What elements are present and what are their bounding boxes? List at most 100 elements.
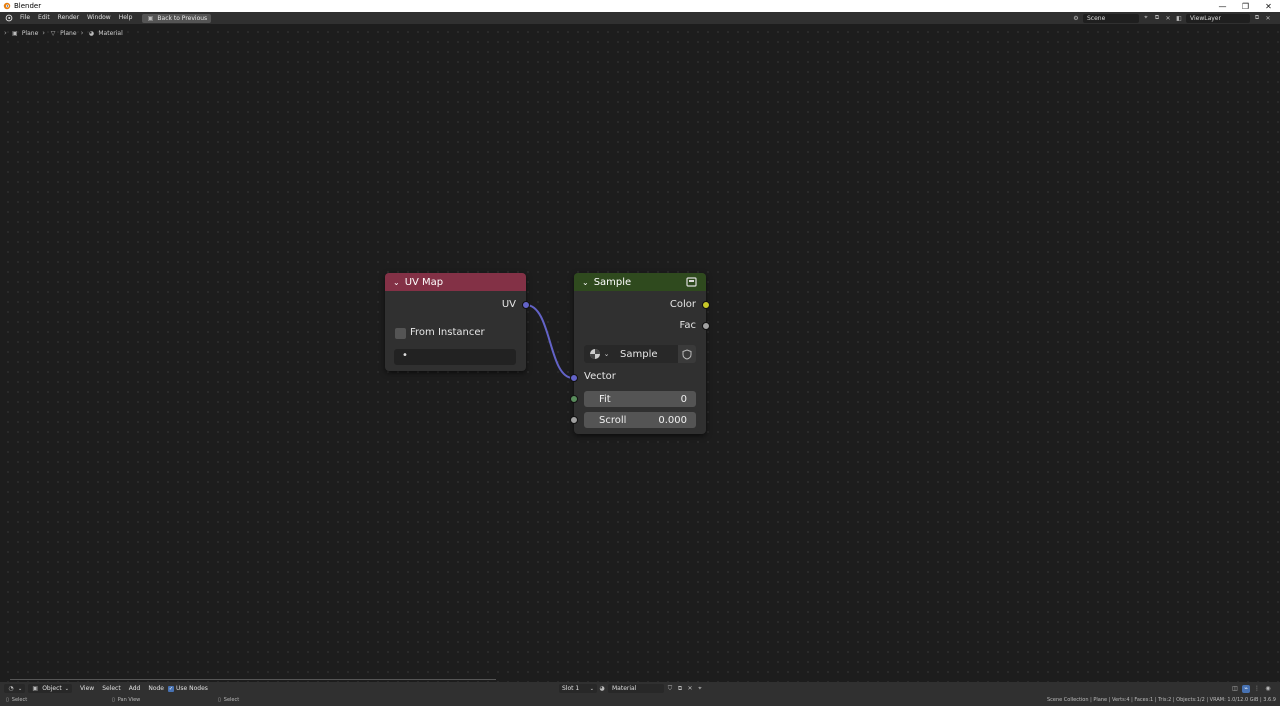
fit-field[interactable]: Fit 0 [584, 391, 696, 407]
menu-render[interactable]: Render [54, 12, 83, 24]
editor-type-dropdown[interactable]: ◔ ⌄ [4, 684, 26, 693]
sample-node-header[interactable]: ⌄ Sample [574, 273, 706, 291]
collapse-chevron-icon[interactable]: ⌄ [393, 278, 400, 287]
chevron-down-icon: ⌄ [18, 685, 23, 692]
mouse-right-icon: ▯ [218, 697, 221, 703]
fake-user-shield-icon[interactable]: ⛉ [666, 685, 674, 693]
uv-map-node-header[interactable]: ⌄ UV Map [385, 273, 526, 291]
breadcrumb-material: ◕ Material [87, 29, 123, 37]
status-bar: ▯ Select ▯ Pan View ▯ Select Scene Colle… [0, 695, 1280, 706]
snapping-icon[interactable]: ⌁ [1242, 684, 1250, 693]
back-to-previous-label: Back to Previous [157, 14, 208, 22]
breadcrumb-material-label: Material [98, 29, 123, 37]
chevron-down-icon: ⌄ [589, 685, 594, 692]
editor-header: ◔ ⌄ ▣ Object ⌄ View Select Add Node ✓ Us… [0, 682, 1280, 695]
image-name-field[interactable]: Sample [614, 345, 678, 363]
delete-scene-icon[interactable]: ✕ [1164, 14, 1172, 22]
slot-dropdown[interactable]: Slot 1 ⌄ [559, 684, 597, 693]
material-icon: ◕ [599, 685, 605, 692]
from-instancer-checkbox[interactable] [395, 328, 406, 339]
slot-label: Slot 1 [562, 685, 580, 692]
window-titlebar: Blender — ❐ ✕ [0, 0, 1280, 12]
fac-output-socket[interactable] [702, 322, 710, 330]
chevron-right-icon: › [42, 29, 46, 37]
uv-map-node-title: UV Map [404, 276, 444, 288]
menu-window[interactable]: Window [83, 12, 115, 24]
fit-value: 0 [680, 393, 687, 405]
status-right-select-label: Select [223, 697, 240, 703]
horizontal-scrollbar[interactable] [10, 679, 496, 680]
node-editor-icon: ◔ [8, 685, 14, 692]
chevron-right-icon: › [4, 29, 7, 37]
collapse-chevron-icon[interactable]: ⌄ [582, 278, 589, 287]
uv-output-label: UV [501, 299, 516, 310]
blender-menu-icon[interactable] [4, 13, 14, 23]
mouse-left-icon: ▯ [6, 697, 9, 703]
snap-target-icon[interactable]: ⋮ [1253, 685, 1261, 693]
header-menu-add[interactable]: Add [125, 685, 145, 692]
status-pan-label: Pan View [117, 697, 141, 703]
scene-field[interactable]: Scene [1083, 13, 1139, 23]
overlay-icon[interactable]: ◉ [1264, 685, 1272, 693]
fit-input-socket[interactable] [570, 395, 578, 403]
sample-image-node[interactable]: ⌄ Sample Color Fac ⌄ Sample Vector Fit 0… [570, 273, 710, 434]
uv-output-socket[interactable] [522, 301, 530, 309]
status-select-label: Select [11, 697, 28, 703]
breadcrumb-object: ▣ Plane [11, 29, 38, 37]
maximize-button[interactable]: ❐ [1234, 0, 1257, 12]
pin-icon[interactable]: ⌖ [1142, 14, 1150, 22]
breadcrumb-object-label: Plane [21, 29, 39, 37]
vector-input-socket[interactable] [570, 374, 578, 382]
object-mode-label: Object [42, 685, 62, 692]
chevron-right-icon: › [80, 29, 84, 37]
minimize-button[interactable]: — [1211, 0, 1234, 12]
new-viewlayer-icon[interactable]: ⧉ [1253, 14, 1261, 22]
menu-help[interactable]: Help [115, 12, 137, 24]
viewlayer-icon[interactable]: ◧ [1175, 14, 1183, 22]
mesh-icon: ▽ [50, 29, 56, 37]
from-instancer-label: From Instancer [410, 327, 485, 338]
breadcrumb-mesh: ▽ Plane [49, 29, 77, 37]
header-menu-node[interactable]: Node [144, 685, 168, 692]
vector-input-label: Vector [584, 371, 616, 382]
close-button[interactable]: ✕ [1257, 0, 1280, 12]
chevron-down-icon: ⌄ [64, 685, 69, 692]
breadcrumb-mesh-label: Plane [60, 29, 77, 37]
fake-user-button[interactable] [678, 345, 696, 363]
header-menu-view[interactable]: View [76, 685, 98, 692]
delete-viewlayer-icon[interactable]: ✕ [1264, 14, 1272, 22]
scroll-field[interactable]: Scroll 0.000 [584, 412, 696, 428]
uv-map-node[interactable]: ⌄ UV Map UV From Instancer • [385, 273, 530, 371]
pin-icon[interactable]: ⌖ [696, 685, 704, 693]
material-field[interactable]: Material [608, 684, 664, 693]
object-icon: ▣ [11, 29, 18, 37]
scene-stats: Scene Collection | Plane | Verts:4 | Fac… [1046, 697, 1276, 703]
image-browse-icon [589, 349, 600, 359]
object-mode-dropdown[interactable]: ▣ Object ⌄ [28, 684, 72, 693]
new-scene-icon[interactable]: ⧉ [1153, 14, 1161, 22]
material-selector[interactable]: ◕ Material ⛉ ⧉ ✕ ⌖ [598, 684, 704, 693]
fit-label: Fit [599, 393, 611, 405]
use-nodes-checkbox[interactable]: ✓ [168, 685, 175, 692]
duplicate-material-icon[interactable]: ⧉ [676, 685, 684, 693]
scroll-label: Scroll [599, 414, 627, 426]
viewlayer-field[interactable]: ViewLayer [1186, 13, 1250, 23]
menu-file[interactable]: File [16, 12, 34, 24]
breadcrumb: › ▣ Plane › ▽ Plane › ◕ Material [4, 29, 123, 37]
top-menubar: File Edit Render Window Help ▣ Back to P… [0, 12, 1280, 24]
screen-icon: ▣ [147, 14, 154, 22]
scroll-input-socket[interactable] [570, 416, 578, 424]
image-browse-button[interactable]: ⌄ [584, 345, 614, 363]
snap-icon[interactable]: ◫ [1231, 685, 1239, 693]
back-to-previous-button[interactable]: ▣ Back to Previous [142, 13, 212, 23]
unlink-material-icon[interactable]: ✕ [686, 685, 694, 693]
use-nodes-label: Use Nodes [176, 685, 208, 692]
header-menu-select[interactable]: Select [98, 685, 125, 692]
color-output-socket[interactable] [702, 301, 710, 309]
status-select-hint: ▯ Select [6, 697, 27, 703]
use-nodes-toggle[interactable]: ✓ Use Nodes [168, 685, 208, 692]
scene-icon[interactable]: ⚙ [1072, 14, 1080, 22]
image-texture-icon [686, 276, 698, 291]
uv-map-field[interactable]: • [394, 349, 516, 365]
menu-edit[interactable]: Edit [34, 12, 54, 24]
